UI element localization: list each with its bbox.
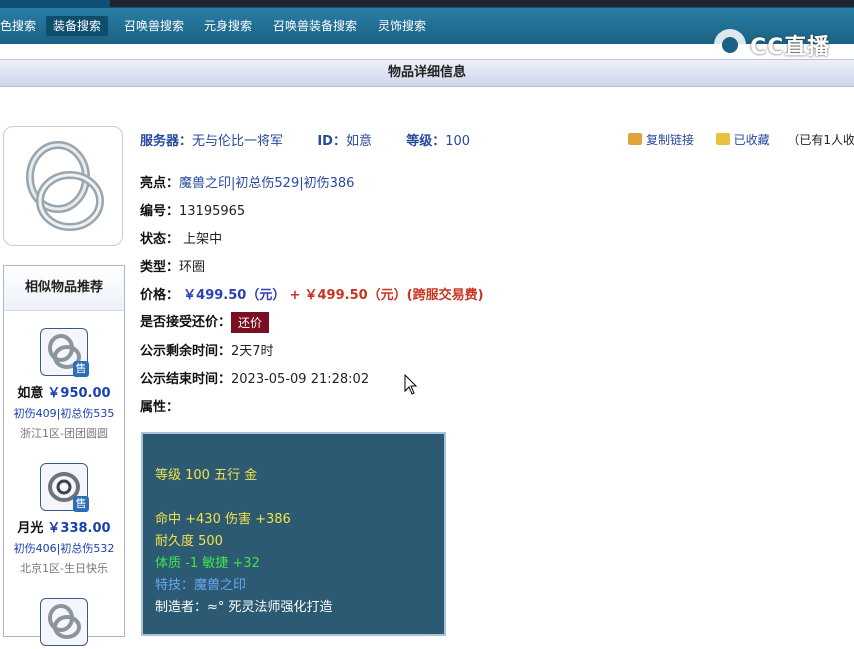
tab-accessory-search[interactable]: 灵饰搜索: [378, 16, 426, 36]
sell-badge: 售: [73, 361, 89, 377]
cc-live-watermark: CC直播: [714, 29, 830, 61]
similar-item-price: ￥338.00: [47, 521, 111, 536]
similar-item-server: 浙江1区-团团圆圆: [20, 427, 108, 440]
similar-items-title: 相似物品推荐: [4, 266, 124, 311]
similar-item-attrs: 初伤409|初总伤535: [13, 407, 115, 420]
end-value: 2023-05-09 21:28:02: [231, 372, 370, 387]
page-title: 物品详细信息: [0, 59, 854, 87]
status-label: 状态：: [140, 232, 180, 247]
similar-item[interactable]: 售 如意 ￥950.00 初伤409|初总伤535 浙江1区-团团圆圆: [4, 328, 124, 441]
attributes-box: 等级 100 五行 金 命中 +430 伤害 +386 耐久度 500 体质 -…: [141, 432, 446, 636]
similar-item[interactable]: [4, 598, 124, 646]
similar-item-attrs: 初伤406|初总伤532: [13, 542, 115, 555]
tab-role-search[interactable]: 色搜索: [0, 16, 36, 36]
highlight-row: 亮点：魔兽之印|初总伤529|初伤386: [140, 172, 354, 191]
similar-item-thumb[interactable]: 售: [40, 463, 89, 512]
similar-item-price: ￥950.00: [47, 386, 111, 401]
mouse-cursor-icon: [404, 374, 418, 395]
number-row: 编号：13195965: [140, 200, 245, 219]
tab-avatar-search[interactable]: 元身搜索: [204, 16, 252, 36]
price-plus: +: [289, 288, 301, 303]
price-row: 价格： ￥499.50（元） + ￥499.50（元）(跨服交易费): [140, 284, 484, 303]
attr-bonus-stats: 体质 -1 敏捷 +32: [155, 556, 260, 571]
browser-top-strip: [0, 0, 854, 8]
attr-level: 等级 100 五行 金: [155, 468, 258, 483]
favorite-label: 已收藏: [733, 133, 770, 147]
number-value: 13195965: [179, 204, 246, 219]
tab-equipment-search[interactable]: 装备搜索: [46, 16, 109, 36]
remain-value: 2天7时: [231, 344, 274, 359]
similar-items-panel: 相似物品推荐 售 如意 ￥950.00 初伤409|初总伤535 浙江1区-团团圆…: [3, 265, 125, 646]
haggle-row: 是否接受还价： 还价: [140, 311, 270, 333]
id-label: ID：: [317, 134, 346, 149]
attr-durability: 耐久度 500: [155, 534, 223, 549]
similar-item-name: 如意: [17, 386, 44, 401]
similar-item-server: 北京1区-生日快乐: [20, 562, 108, 575]
server-value: 无与伦比一将军: [192, 134, 284, 149]
copy-link-icon: [628, 133, 642, 145]
similar-item-thumb[interactable]: [40, 598, 88, 646]
favorite-count: （已有1人收藏了: [787, 133, 854, 147]
haggle-label: 是否接受还价：: [140, 315, 232, 330]
number-label: 编号：: [140, 204, 180, 219]
status-value: 上架中: [183, 232, 223, 247]
price-label: 价格：: [140, 288, 180, 303]
type-label: 类型：: [140, 260, 180, 275]
type-value: 环圈: [179, 260, 206, 275]
highlight-value: 魔兽之印|初总伤529|初伤386: [179, 176, 355, 191]
item-actions: 复制链接 已收藏 （已有1人收藏了: [628, 131, 854, 148]
remain-label: 公示剩余时间：: [140, 344, 232, 359]
attr-special-skill: 特技：魔兽之印: [155, 578, 247, 593]
id-value: 如意: [345, 134, 372, 149]
ring-icon: [48, 604, 81, 639]
favorite-button[interactable]: 已收藏: [715, 133, 770, 147]
cross-server-fee: ￥499.50（元）(跨服交易费): [304, 288, 484, 303]
item-summary: 服务器：无与伦比一将军 ID：如意 等级：100: [140, 130, 470, 149]
cc-logo-icon: [714, 29, 746, 61]
level-value: 100: [445, 134, 471, 149]
similar-item-name: 月光: [17, 521, 44, 536]
attr-maker: 制造者：≈° 死灵法师强化打造: [155, 600, 333, 615]
highlight-label: 亮点：: [140, 176, 180, 191]
end-row: 公示结束时间：2023-05-09 21:28:02: [140, 368, 369, 387]
tab-summon-equipment-search[interactable]: 召唤兽装备搜索: [273, 16, 357, 36]
favorite-icon: [715, 133, 730, 145]
attributes-label: 属性：: [140, 400, 180, 415]
attr-hit-damage: 命中 +430 伤害 +386: [155, 512, 291, 527]
attributes-row: 属性：: [140, 396, 179, 415]
level-label: 等级：: [406, 134, 446, 149]
ring-icon: [26, 141, 104, 231]
similar-item[interactable]: 售 月光 ￥338.00 初伤406|初总伤532 北京1区-生日快乐: [4, 463, 124, 576]
price-value: ￥499.50（元）: [183, 288, 286, 303]
copy-link-button[interactable]: 复制链接: [628, 133, 694, 147]
copy-link-label: 复制链接: [646, 133, 695, 147]
sell-badge: 售: [73, 496, 89, 512]
haggle-button[interactable]: 还价: [231, 312, 270, 333]
tab-summon-search[interactable]: 召唤兽搜索: [124, 16, 184, 36]
top-dark-bar: [110, 0, 854, 7]
status-row: 状态： 上架中: [140, 228, 222, 247]
remain-row: 公示剩余时间：2天7时: [140, 340, 274, 359]
type-row: 类型：环圈: [140, 256, 205, 275]
watermark-text: CC直播: [750, 35, 831, 60]
item-image: [3, 126, 123, 246]
similar-item-thumb[interactable]: 售: [40, 328, 89, 377]
end-label: 公示结束时间：: [140, 372, 232, 387]
server-label: 服务器：: [140, 134, 193, 149]
